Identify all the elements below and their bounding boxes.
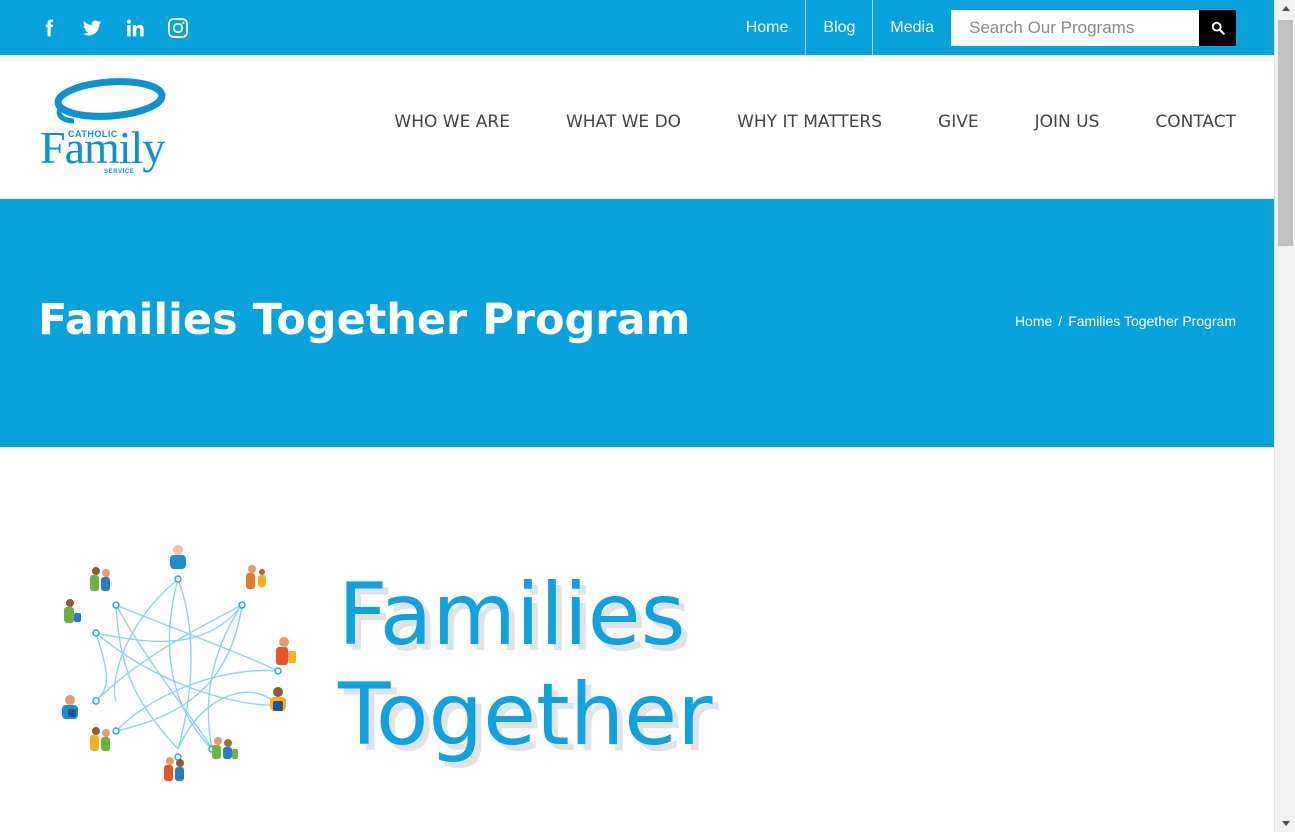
search-input[interactable] — [951, 9, 1199, 46]
scroll-thumb[interactable] — [1278, 20, 1293, 246]
search-icon — [1211, 21, 1225, 35]
page: Home Blog Media CATHOLIC Family SERVICE … — [0, 0, 1274, 832]
page-title-bar: Families Together Program Home / Familie… — [0, 199, 1274, 447]
arrow-down-icon — [1281, 821, 1290, 826]
top-links: Home Blog Media — [729, 0, 1236, 55]
page-title: Families Together Program — [38, 295, 691, 345]
scroll-down-button[interactable] — [1275, 815, 1295, 832]
families-together-heading: Families Together — [338, 565, 713, 765]
top-link-media[interactable]: Media — [873, 0, 951, 55]
arrow-up-icon — [1281, 6, 1290, 11]
facebook-icon[interactable] — [38, 16, 59, 40]
twitter-icon[interactable] — [81, 16, 102, 40]
breadcrumb: Home / Families Together Program — [1015, 313, 1236, 329]
top-bar: Home Blog Media — [0, 0, 1274, 55]
heading-line-2: Together — [338, 665, 713, 765]
site-header: CATHOLIC Family SERVICE WHO WE ARE WHAT … — [0, 55, 1274, 199]
breadcrumb-home[interactable]: Home — [1015, 313, 1052, 329]
nav-what-we-do[interactable]: WHAT WE DO — [566, 112, 681, 132]
scroll-up-button[interactable] — [1275, 0, 1295, 17]
breadcrumb-current: Families Together Program — [1068, 313, 1236, 329]
top-link-blog[interactable]: Blog — [806, 0, 874, 55]
linkedin-icon[interactable] — [124, 16, 145, 40]
logo-family-text: Family — [40, 122, 165, 173]
vertical-scrollbar[interactable] — [1274, 0, 1295, 832]
families-network-icon — [62, 545, 296, 781]
top-link-home[interactable]: Home — [729, 0, 807, 55]
breadcrumb-separator: / — [1058, 313, 1063, 329]
social-links — [38, 16, 188, 40]
nav-contact[interactable]: CONTACT — [1155, 112, 1236, 132]
main-content: Families Together — [0, 447, 1274, 832]
nav-who-we-are[interactable]: WHO WE ARE — [394, 112, 510, 132]
logo[interactable]: CATHOLIC Family SERVICE — [38, 77, 178, 179]
nav-why-it-matters[interactable]: WHY IT MATTERS — [737, 112, 882, 132]
heading-line-1: Families — [338, 565, 686, 665]
search-form — [951, 9, 1236, 46]
nav-give[interactable]: GIVE — [938, 112, 979, 132]
main-nav: WHO WE ARE WHAT WE DO WHY IT MATTERS GIV… — [394, 55, 1236, 189]
instagram-icon[interactable] — [167, 16, 188, 40]
search-button[interactable] — [1199, 9, 1236, 46]
nav-join-us[interactable]: JOIN US — [1035, 112, 1100, 132]
logo-service-text: SERVICE — [104, 169, 135, 175]
